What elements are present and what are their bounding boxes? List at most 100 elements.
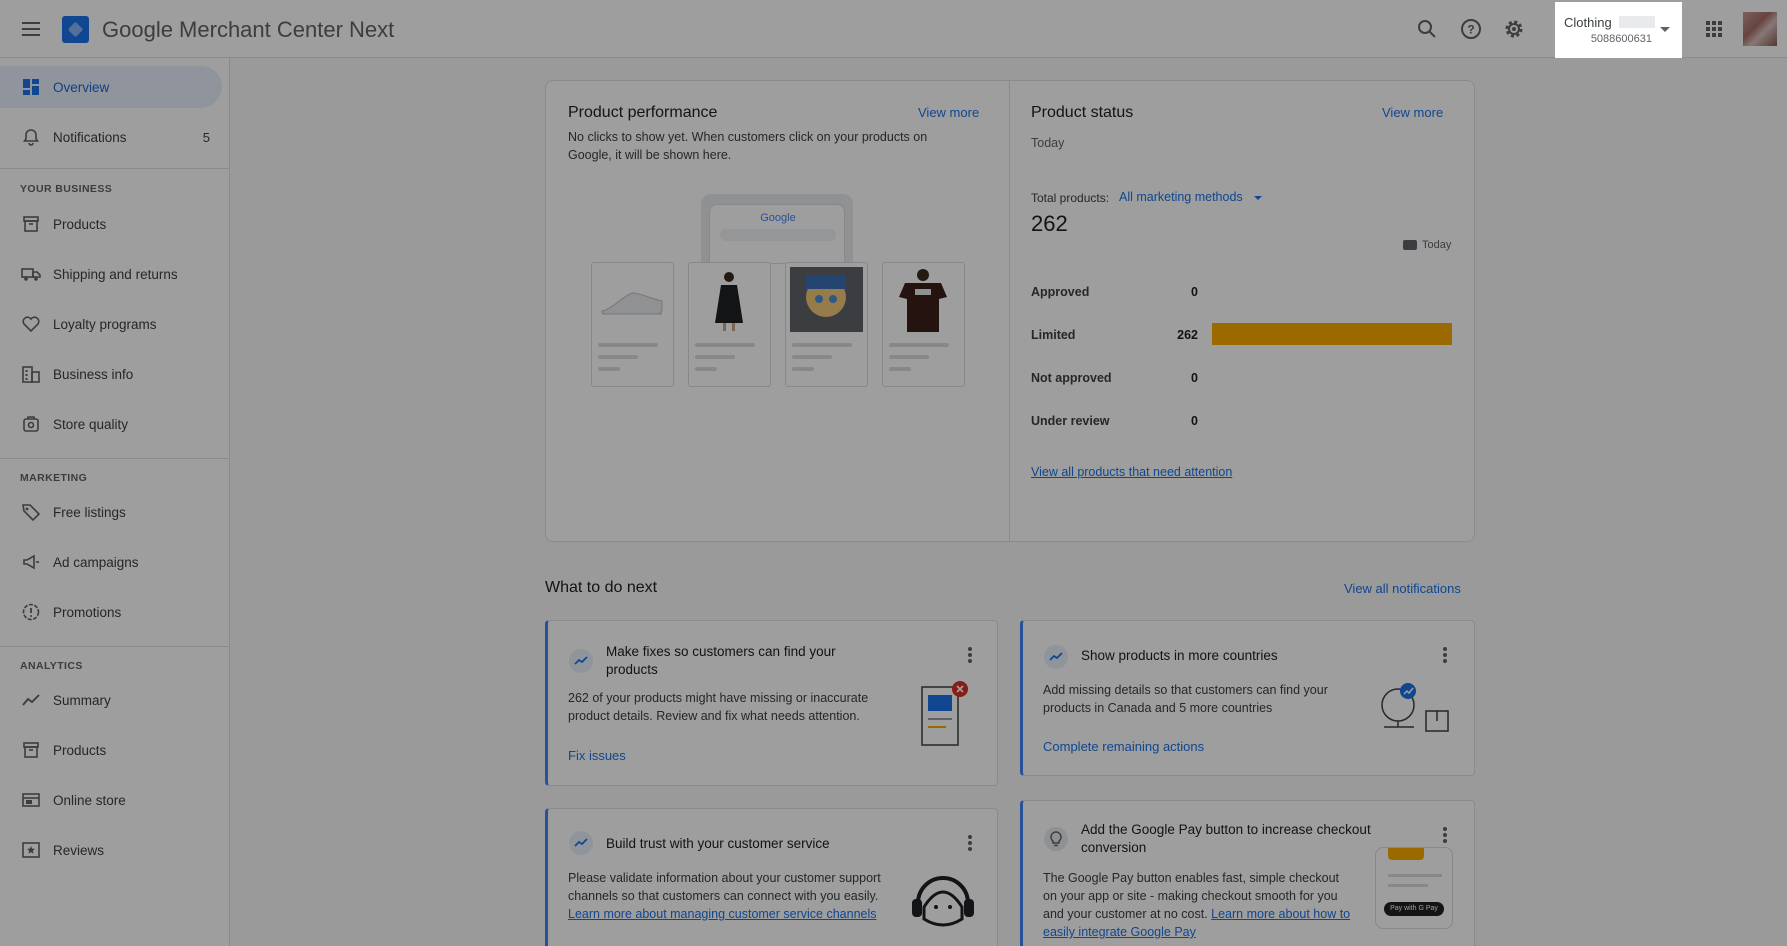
more-options-icon[interactable] (1443, 647, 1447, 663)
help-icon[interactable]: ? (1459, 17, 1483, 41)
search-icon[interactable] (1415, 17, 1439, 41)
nav-overview[interactable]: Overview (0, 66, 222, 108)
bell-icon (22, 129, 40, 146)
nav-reviews[interactable]: Reviews (0, 829, 222, 871)
trending-up-icon (1044, 645, 1068, 669)
trending-up-icon (569, 649, 593, 673)
todo-card-more-countries[interactable]: Show products in more countries Add miss… (1020, 620, 1475, 776)
status-view-more-link[interactable]: View more (1382, 105, 1443, 120)
legend-label: Today (1422, 239, 1452, 251)
settings-gear-icon[interactable] (1502, 17, 1526, 41)
nav-online-store[interactable]: Online store (0, 779, 222, 821)
building-icon (22, 366, 40, 383)
product-thumbnail-dress (688, 262, 771, 387)
nav-label: Promotions (53, 604, 122, 620)
nav-label: Shipping and returns (53, 266, 178, 282)
nav-label: Summary (53, 692, 111, 708)
product-thumbnail-shoe (591, 262, 674, 387)
nav-loyalty-programs[interactable]: Loyalty programs (0, 303, 222, 345)
nav-notifications[interactable]: Notifications 5 (0, 116, 222, 158)
view-products-needing-attention-link[interactable]: View all products that need attention (1031, 465, 1232, 479)
what-to-do-next-heading: What to do next (545, 579, 658, 596)
product-card-error-illustration (921, 681, 968, 746)
nav-store-quality[interactable]: Store quality (0, 403, 222, 445)
nav-section-heading: YOUR BUSINESS (20, 183, 113, 195)
status-date: Today (1031, 136, 1065, 150)
pay-item-swatch (1388, 848, 1424, 860)
phone-pay-illustration: Pay with G Pay (1375, 847, 1453, 929)
nav-summary[interactable]: Summary (0, 679, 222, 721)
todo-title: Show products in more countries (1081, 648, 1278, 663)
nav-products[interactable]: Products (0, 203, 222, 245)
dropdown-caret-icon (1254, 195, 1263, 200)
product-thumbnail-anime-shirt (785, 262, 868, 387)
todo-card-make-fixes[interactable]: Make fixes so customers can find your pr… (545, 620, 998, 786)
top-app-bar: Google Merchant Center Next ? (0, 0, 1787, 58)
google-apps-icon[interactable] (1706, 21, 1722, 37)
status-row-value: 0 (1191, 285, 1198, 299)
pay-with-gpay-button: Pay with G Pay (1384, 902, 1444, 916)
learn-more-customer-service-link[interactable]: Learn more about managing customer servi… (568, 907, 877, 921)
headset-support-illustration (912, 876, 974, 927)
performance-empty-text: No clicks to show yet. When customers cl… (568, 130, 928, 162)
account-name-redacted (1619, 16, 1655, 28)
truck-icon (21, 268, 41, 281)
app-title: Google Merchant Center Next (102, 17, 395, 42)
todo-body-text: Please validate information about your c… (568, 871, 881, 903)
trending-up-icon (569, 831, 593, 855)
todo-card-customer-service[interactable]: Build trust with your customer service P… (545, 808, 998, 946)
dashboard-icon (23, 79, 39, 95)
status-bar (1212, 323, 1452, 345)
status-row-label: Limited (1031, 328, 1076, 342)
more-options-icon[interactable] (1443, 827, 1447, 843)
status-row-value: 0 (1191, 414, 1198, 428)
total-products-label: Total products: (1031, 191, 1110, 205)
nav-section-heading: ANALYTICS (20, 660, 83, 672)
nav-free-listings[interactable]: Free listings (0, 491, 222, 533)
nav-label: Business info (53, 366, 134, 382)
nav-analytics-products[interactable]: Products (0, 729, 222, 771)
left-navigation: Overview Notifications 5 YOUR BUSINESS P… (0, 58, 230, 946)
account-switcher[interactable]: Clothing 5088600631 (1555, 2, 1682, 58)
chevron-down-icon (1660, 27, 1670, 32)
status-row-value: 262 (1177, 328, 1198, 342)
anime-shirt-image (790, 267, 863, 332)
todo-body: 262 of your products might have missing … (568, 691, 869, 723)
more-options-icon[interactable] (968, 835, 972, 851)
nav-label: Loyalty programs (53, 316, 157, 332)
nav-label: Products (53, 742, 107, 758)
phone-illustration: Google (701, 194, 853, 264)
complete-remaining-actions-link[interactable]: Complete remaining actions (1043, 739, 1204, 754)
marketing-methods-dropdown[interactable]: All marketing methods (1119, 190, 1263, 204)
main-menu-button[interactable] (18, 16, 44, 42)
performance-view-more-link[interactable]: View more (918, 105, 979, 120)
nav-label: Ad campaigns (53, 554, 139, 570)
account-avatar[interactable] (1743, 12, 1777, 46)
nav-label: Store quality (53, 416, 129, 432)
nav-label: Products (53, 216, 107, 232)
todo-card-google-pay[interactable]: Add the Google Pay button to increase ch… (1020, 800, 1475, 946)
status-row-label: Under review (1031, 414, 1110, 428)
fix-issues-link[interactable]: Fix issues (568, 748, 626, 763)
account-name: Clothing (1564, 15, 1612, 30)
view-all-notifications-link[interactable]: View all notifications (1344, 581, 1461, 596)
promotion-badge-icon (22, 603, 40, 621)
megaphone-icon (23, 554, 39, 570)
store-badge-icon (23, 416, 39, 432)
more-options-icon[interactable] (968, 647, 972, 663)
nav-divider (0, 646, 229, 647)
google-wordmark: Google (760, 212, 796, 224)
tag-icon (22, 504, 41, 522)
todo-body: Please validate information about your c… (568, 869, 888, 923)
nav-label: Reviews (53, 842, 105, 858)
nav-promotions[interactable]: Promotions (0, 591, 222, 633)
archive-icon (23, 216, 39, 232)
lightbulb-icon (1044, 827, 1068, 851)
nav-business-info[interactable]: Business info (0, 353, 222, 395)
nav-ad-campaigns[interactable]: Ad campaigns (0, 541, 222, 583)
todo-title: Add the Google Pay button to increase ch… (1081, 822, 1371, 855)
trend-line-icon (22, 694, 40, 706)
nav-shipping-and-returns[interactable]: Shipping and returns (0, 253, 222, 295)
todo-body: The Google Pay button enables fast, simp… (1043, 869, 1353, 941)
sneaker-image (601, 292, 663, 315)
